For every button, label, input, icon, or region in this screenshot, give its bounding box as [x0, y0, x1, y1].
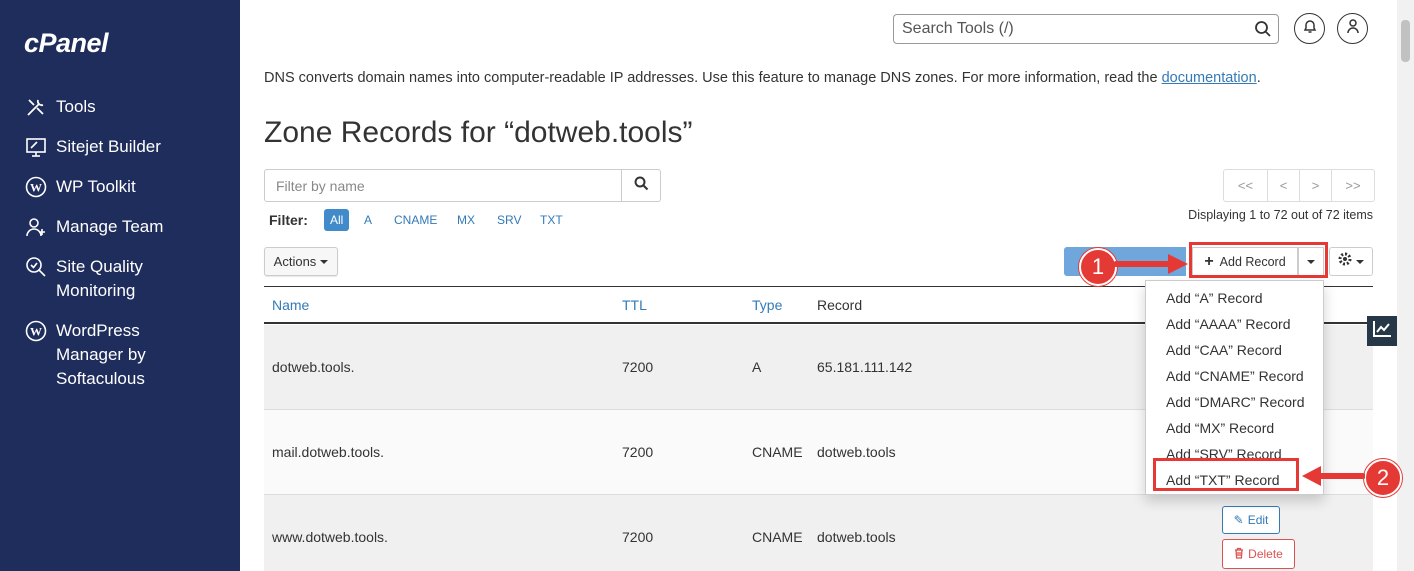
cpanel-logo[interactable]: cPanel — [24, 28, 109, 59]
delete-button[interactable]: Delete — [1222, 539, 1295, 569]
menu-item-add-cname[interactable]: Add “CNAME” Record — [1166, 366, 1304, 386]
gear-icon — [1338, 252, 1352, 271]
menu-item-add-mx[interactable]: Add “MX” Record — [1166, 418, 1274, 438]
documentation-link[interactable]: documentation — [1162, 70, 1257, 86]
sidebar-item-label: Site Quality Monitoring — [56, 257, 143, 300]
record-value: dotweb.tools — [817, 444, 896, 460]
edit-label: Edit — [1247, 513, 1269, 527]
scrollbar-thumb[interactable] — [1401, 20, 1410, 62]
description-text: DNS converts domain names into computer-… — [264, 70, 1162, 86]
user-add-icon — [24, 215, 48, 239]
tools-icon — [24, 95, 48, 119]
sidebar-item-label: Tools — [56, 97, 96, 116]
svg-text:W: W — [30, 181, 42, 195]
sidebar-item-label: WP Toolkit — [56, 177, 136, 196]
prev-page-button[interactable]: < — [1268, 170, 1300, 201]
search-tools — [893, 14, 1279, 44]
filter-chip-cname[interactable]: CNAME — [388, 209, 443, 231]
chart-icon — [1372, 320, 1392, 343]
delete-label: Delete — [1248, 547, 1283, 561]
search-input[interactable] — [894, 15, 1250, 43]
filter-field — [264, 169, 627, 202]
monitor-icon — [24, 135, 48, 159]
record-value: dotweb.tools — [817, 529, 896, 545]
menu-item-add-dmarc[interactable]: Add “DMARC” Record — [1166, 392, 1304, 412]
callout-1: 1 — [1079, 248, 1117, 286]
svg-text:W: W — [30, 325, 42, 339]
menu-item-add-aaaa[interactable]: Add “AAAA” Record — [1166, 314, 1291, 334]
sidebar-item-wp-toolkit[interactable]: W WP Toolkit — [24, 175, 136, 199]
edit-button[interactable]: ✎ Edit — [1222, 506, 1280, 534]
menu-item-add-caa[interactable]: Add “CAA” Record — [1166, 340, 1282, 360]
record-name: mail.dotweb.tools. — [272, 444, 385, 460]
table-row: www.dotweb.tools. 7200 CNAME dotweb.tool… — [264, 495, 1373, 571]
add-record-highlight — [1189, 242, 1328, 278]
filter-label: Filter: — [269, 212, 308, 228]
sidebar-item-label: Sitejet Builder — [56, 137, 161, 156]
trash-icon — [1234, 547, 1244, 562]
notifications-button[interactable] — [1294, 13, 1325, 44]
page-title: Zone Records for “dotweb.tools” — [264, 116, 693, 149]
user-menu-button[interactable] — [1337, 13, 1368, 44]
actions-dropdown-button[interactable]: Actions — [264, 247, 338, 276]
sidebar-item-wordpress-manager[interactable]: W WordPress Manager by Softaculous — [24, 319, 146, 391]
search-icon[interactable] — [1254, 20, 1272, 43]
record-name: dotweb.tools. — [272, 359, 355, 375]
sidebar-item-site-quality[interactable]: Site Quality Monitoring — [24, 255, 143, 303]
record-type: CNAME — [752, 529, 803, 545]
column-header-record: Record — [817, 297, 863, 313]
arrow-right-icon — [1114, 254, 1188, 274]
filter-chip-a[interactable]: A — [358, 209, 378, 231]
magnifier-check-icon — [24, 255, 48, 279]
filter-chip-all[interactable]: All — [324, 209, 350, 231]
search-icon — [634, 176, 649, 196]
caret-down-icon — [1356, 259, 1364, 264]
last-page-button[interactable]: >> — [1332, 170, 1374, 201]
wordpress-icon: W — [24, 175, 48, 199]
record-ttl: 7200 — [622, 359, 654, 375]
column-header-type[interactable]: Type — [752, 297, 782, 313]
sidebar-item-manage-team[interactable]: Manage Team — [24, 215, 163, 239]
filter-input[interactable] — [265, 170, 627, 201]
wordpress-icon: W — [24, 319, 48, 343]
caret-down-icon — [320, 259, 329, 264]
pagination: << < > >> — [1223, 169, 1375, 202]
sidebar-item-label: WordPress Manager by Softaculous — [56, 321, 146, 388]
sidebar-item-label: Manage Team — [56, 217, 164, 236]
sidebar-item-sitejet[interactable]: Sitejet Builder — [24, 135, 161, 159]
record-ttl: 7200 — [622, 444, 654, 460]
pencil-icon: ✎ — [1233, 513, 1244, 527]
first-page-button[interactable]: << — [1224, 170, 1268, 201]
record-type: A — [752, 359, 762, 375]
next-page-button[interactable]: > — [1300, 170, 1332, 201]
arrow-left-icon — [1302, 466, 1365, 486]
filter-chip-srv[interactable]: SRV — [491, 209, 527, 231]
filter-chip-mx[interactable]: MX — [451, 209, 481, 231]
add-txt-highlight — [1153, 458, 1299, 491]
user-icon — [1345, 18, 1361, 39]
column-header-name[interactable]: Name — [272, 297, 309, 313]
menu-item-add-a[interactable]: Add “A” Record — [1166, 288, 1262, 308]
callout-2: 2 — [1364, 459, 1402, 497]
actions-label: Actions — [273, 254, 317, 269]
record-type: CNAME — [752, 444, 803, 460]
filter-chip-txt[interactable]: TXT — [534, 209, 569, 231]
page-description: DNS converts domain names into computer-… — [264, 70, 1261, 86]
bell-icon — [1302, 18, 1318, 39]
sidebar: cPanel Tools Sitejet Builder W WP Toolki… — [0, 0, 240, 571]
settings-dropdown-button[interactable] — [1329, 247, 1373, 276]
record-ttl: 7200 — [622, 529, 654, 545]
column-header-ttl[interactable]: TTL — [622, 297, 647, 313]
record-value: 65.181.111.142 — [817, 359, 913, 375]
sidebar-item-tools[interactable]: Tools — [24, 95, 96, 119]
filter-search-button[interactable] — [621, 169, 661, 202]
stats-panel-toggle[interactable] — [1367, 316, 1397, 346]
description-end: . — [1256, 70, 1261, 86]
record-name: www.dotweb.tools. — [272, 529, 388, 545]
pagination-summary: Displaying 1 to 72 out of 72 items — [1188, 208, 1373, 222]
